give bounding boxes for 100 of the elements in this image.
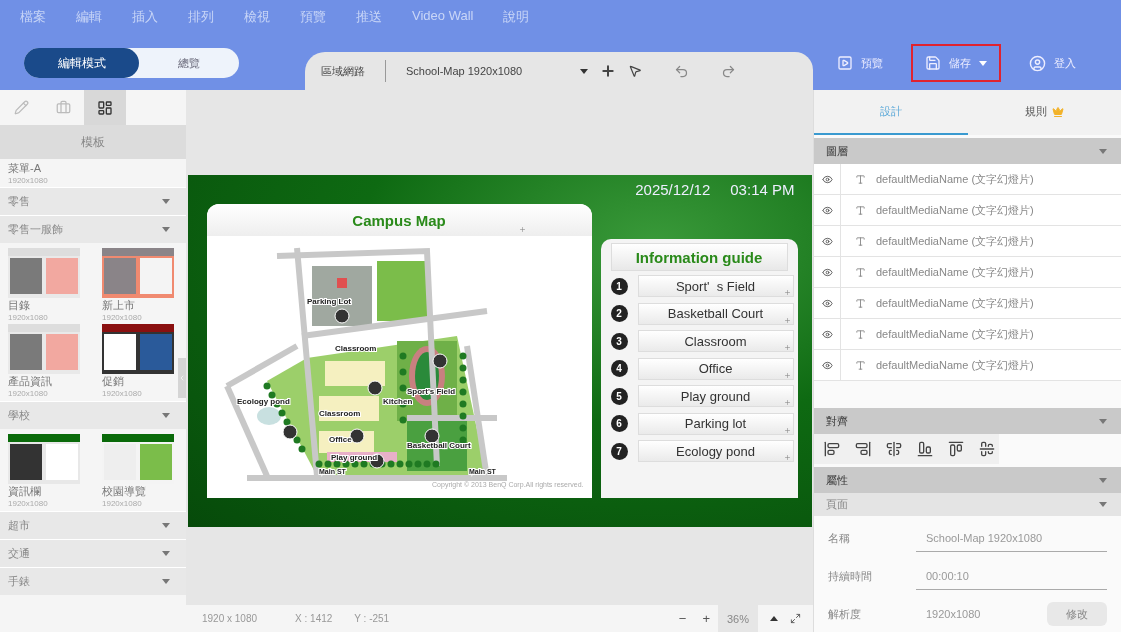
- template-thumbnail: [8, 248, 80, 298]
- panel-title: 模板: [0, 125, 186, 159]
- subsection-header[interactable]: 頁面: [814, 493, 1121, 516]
- login-button[interactable]: 登入: [1015, 44, 1090, 82]
- layer-row[interactable]: defaultMediaName (文字幻燈片): [814, 195, 1121, 226]
- undo-icon[interactable]: [674, 63, 690, 79]
- menu-item[interactable]: 檢視: [244, 8, 270, 36]
- redo-icon[interactable]: [721, 63, 737, 79]
- play-icon: [837, 55, 853, 71]
- guide-item: Parking lot: [637, 412, 794, 435]
- category-header[interactable]: 學校: [0, 401, 186, 429]
- section-header[interactable]: 對齊: [814, 408, 1121, 434]
- section-header[interactable]: 屬性: [814, 467, 1121, 493]
- align-top-icon[interactable]: [948, 441, 964, 457]
- guide-item: Office: [637, 357, 794, 380]
- zoom-in-button[interactable]: +: [694, 611, 718, 626]
- menu-item[interactable]: Video Wall: [412, 8, 474, 36]
- caret-icon: [979, 60, 987, 66]
- section-header[interactable]: 圖層: [814, 138, 1121, 164]
- align-bottom-icon[interactable]: [917, 441, 933, 457]
- mode-option[interactable]: 總覽: [139, 48, 239, 78]
- template-size: 1920x1080: [102, 313, 143, 322]
- section-title: 屬性: [826, 472, 848, 488]
- layer-row[interactable]: defaultMediaName (文字幻燈片): [814, 226, 1121, 257]
- subsection-title: 頁面: [826, 497, 848, 512]
- mode-toggle[interactable]: 編輯模式 總覽: [24, 48, 239, 78]
- align-left-icon[interactable]: [824, 441, 840, 457]
- caret-icon: [162, 199, 170, 204]
- text-type-icon: [855, 235, 866, 247]
- number-marker: 2: [610, 305, 628, 323]
- layer-row[interactable]: defaultMediaName (文字幻燈片): [814, 164, 1121, 195]
- layer-name: defaultMediaName (文字幻燈片): [876, 202, 1034, 218]
- layout-icon: [97, 99, 113, 116]
- pencil-icon: [13, 100, 29, 115]
- input-field[interactable]: 00:00:10: [916, 562, 1107, 590]
- field-label: 持續時間: [828, 568, 873, 584]
- fullscreen-icon[interactable]: [790, 613, 801, 624]
- number-marker: 5: [610, 387, 628, 405]
- caret-icon: [162, 579, 170, 584]
- edit-button[interactable]: 修改: [1047, 602, 1107, 626]
- menu-item[interactable]: 插入: [132, 8, 158, 36]
- dropdown-caret-icon[interactable]: [580, 68, 589, 74]
- template-size: 1920x1080: [102, 499, 143, 508]
- category-header[interactable]: 超市: [0, 511, 186, 539]
- project-select[interactable]: School-Map 1920x1080: [406, 65, 523, 77]
- guide-item: Sport' s Field: [637, 275, 794, 298]
- align-middle-icon[interactable]: [979, 441, 995, 457]
- guide-title: Information guide: [610, 243, 788, 271]
- menu-item[interactable]: 編輯: [76, 8, 102, 36]
- input-field[interactable]: School-Map 1920x1080: [916, 524, 1107, 552]
- category-header[interactable]: 手錶: [0, 567, 186, 595]
- user-icon: [1029, 54, 1046, 72]
- layer-row[interactable]: defaultMediaName (文字幻燈片): [814, 288, 1121, 319]
- panel-tab[interactable]: 設計: [814, 90, 968, 135]
- template-size: 1920x1080: [8, 389, 49, 398]
- map-title: Campus Map: [352, 211, 446, 229]
- category-header[interactable]: 零售: [0, 187, 186, 215]
- panel-tab[interactable]: 規則: [967, 90, 1121, 135]
- text-type-icon: [855, 328, 866, 340]
- align-right-icon[interactable]: [855, 441, 871, 457]
- menu-item[interactable]: 預覽: [300, 8, 326, 36]
- y-coordinate: Y : -251: [354, 613, 390, 624]
- preview-button[interactable]: 預覽: [823, 44, 897, 82]
- caret-icon: [1099, 148, 1107, 154]
- save-button[interactable]: 儲存: [911, 44, 1001, 82]
- section-title: 圖層: [826, 143, 848, 159]
- menu-item[interactable]: 排列: [188, 8, 214, 36]
- guide-item: Ecology pond: [637, 440, 794, 463]
- plus-icon: [783, 399, 791, 407]
- up-caret-icon[interactable]: [770, 616, 778, 621]
- template-thumbnail: [102, 324, 174, 374]
- template-size: 1920x1080: [8, 176, 49, 185]
- map-label: Classroom: [318, 409, 360, 418]
- tool-tab[interactable]: [84, 90, 126, 125]
- category-header[interactable]: 零售一服飾: [0, 215, 186, 243]
- mode-option[interactable]: 編輯模式: [24, 48, 139, 78]
- align-center-icon[interactable]: [886, 441, 902, 457]
- layer-row[interactable]: defaultMediaName (文字幻燈片): [814, 350, 1121, 381]
- category-header[interactable]: 交通: [0, 539, 186, 567]
- map-label: Office: [328, 435, 352, 444]
- plus-icon: [518, 226, 526, 233]
- slide-time: 03:14 PM: [730, 181, 795, 198]
- number-marker: 7: [610, 442, 628, 460]
- plus-icon: [783, 344, 791, 352]
- cursor-icon[interactable]: [628, 64, 643, 78]
- layer-name: defaultMediaName (文字幻燈片): [876, 295, 1034, 311]
- zoom-out-button[interactable]: −: [670, 611, 695, 626]
- menu-item[interactable]: 推送: [356, 8, 382, 36]
- network-label: 區域網路: [321, 63, 365, 79]
- text-type-icon: [855, 204, 866, 216]
- layer-row[interactable]: defaultMediaName (文字幻燈片): [814, 319, 1121, 350]
- caret-icon: [1099, 418, 1107, 424]
- field-value: 1920x1080: [925, 607, 982, 622]
- caret-icon: [162, 227, 170, 232]
- menu-item[interactable]: 說明: [503, 8, 530, 36]
- plus-icon: [783, 454, 791, 462]
- collapse-handle[interactable]: [178, 358, 186, 398]
- menu-item[interactable]: 檔案: [20, 8, 46, 36]
- template-size: 1920x1080: [8, 499, 49, 508]
- layer-row[interactable]: defaultMediaName (文字幻燈片): [814, 257, 1121, 288]
